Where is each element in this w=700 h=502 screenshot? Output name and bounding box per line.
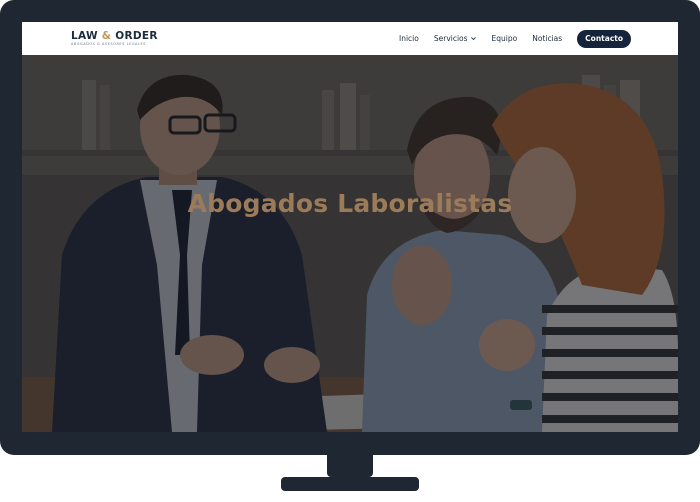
monitor-stand-base [281,477,419,491]
hero-dark-overlay [22,55,678,432]
monitor-stand-neck [327,455,373,477]
logo-word-order: ORDER [115,30,158,42]
hero-banner: Abogados Laboralistas [22,55,678,432]
chevron-down-icon [470,37,476,41]
nav-label: Equipo [491,34,518,43]
main-navigation: Inicio Servicios Equipo Noticias Contact… [399,29,631,48]
monitor-frame: LAW & ORDER ABOGADOS & ASESORES LEGALES … [0,0,700,455]
logo-tagline: ABOGADOS & ASESORES LEGALES [71,41,146,46]
nav-label: Inicio [399,34,419,43]
device-mockup: LAW & ORDER ABOGADOS & ASESORES LEGALES … [0,0,700,502]
nav-item-inicio[interactable]: Inicio [399,34,419,43]
website-screen: LAW & ORDER ABOGADOS & ASESORES LEGALES … [22,22,678,432]
nav-item-equipo[interactable]: Equipo [492,34,518,43]
site-logo[interactable]: LAW & ORDER ABOGADOS & ASESORES LEGALES [71,31,158,46]
logo-ampersand: & [101,30,112,42]
nav-label: Servicios [433,34,468,43]
nav-label: Noticias [532,34,563,43]
hero-title: Abogados Laboralistas [187,189,513,218]
logo-word-law: LAW [71,30,98,42]
site-header: LAW & ORDER ABOGADOS & ASESORES LEGALES … [22,22,678,55]
contact-button[interactable]: Contacto [577,29,631,48]
logo-wordmark: LAW & ORDER [71,31,158,42]
nav-item-servicios[interactable]: Servicios [434,34,477,43]
nav-item-noticias[interactable]: Noticias [532,34,562,43]
